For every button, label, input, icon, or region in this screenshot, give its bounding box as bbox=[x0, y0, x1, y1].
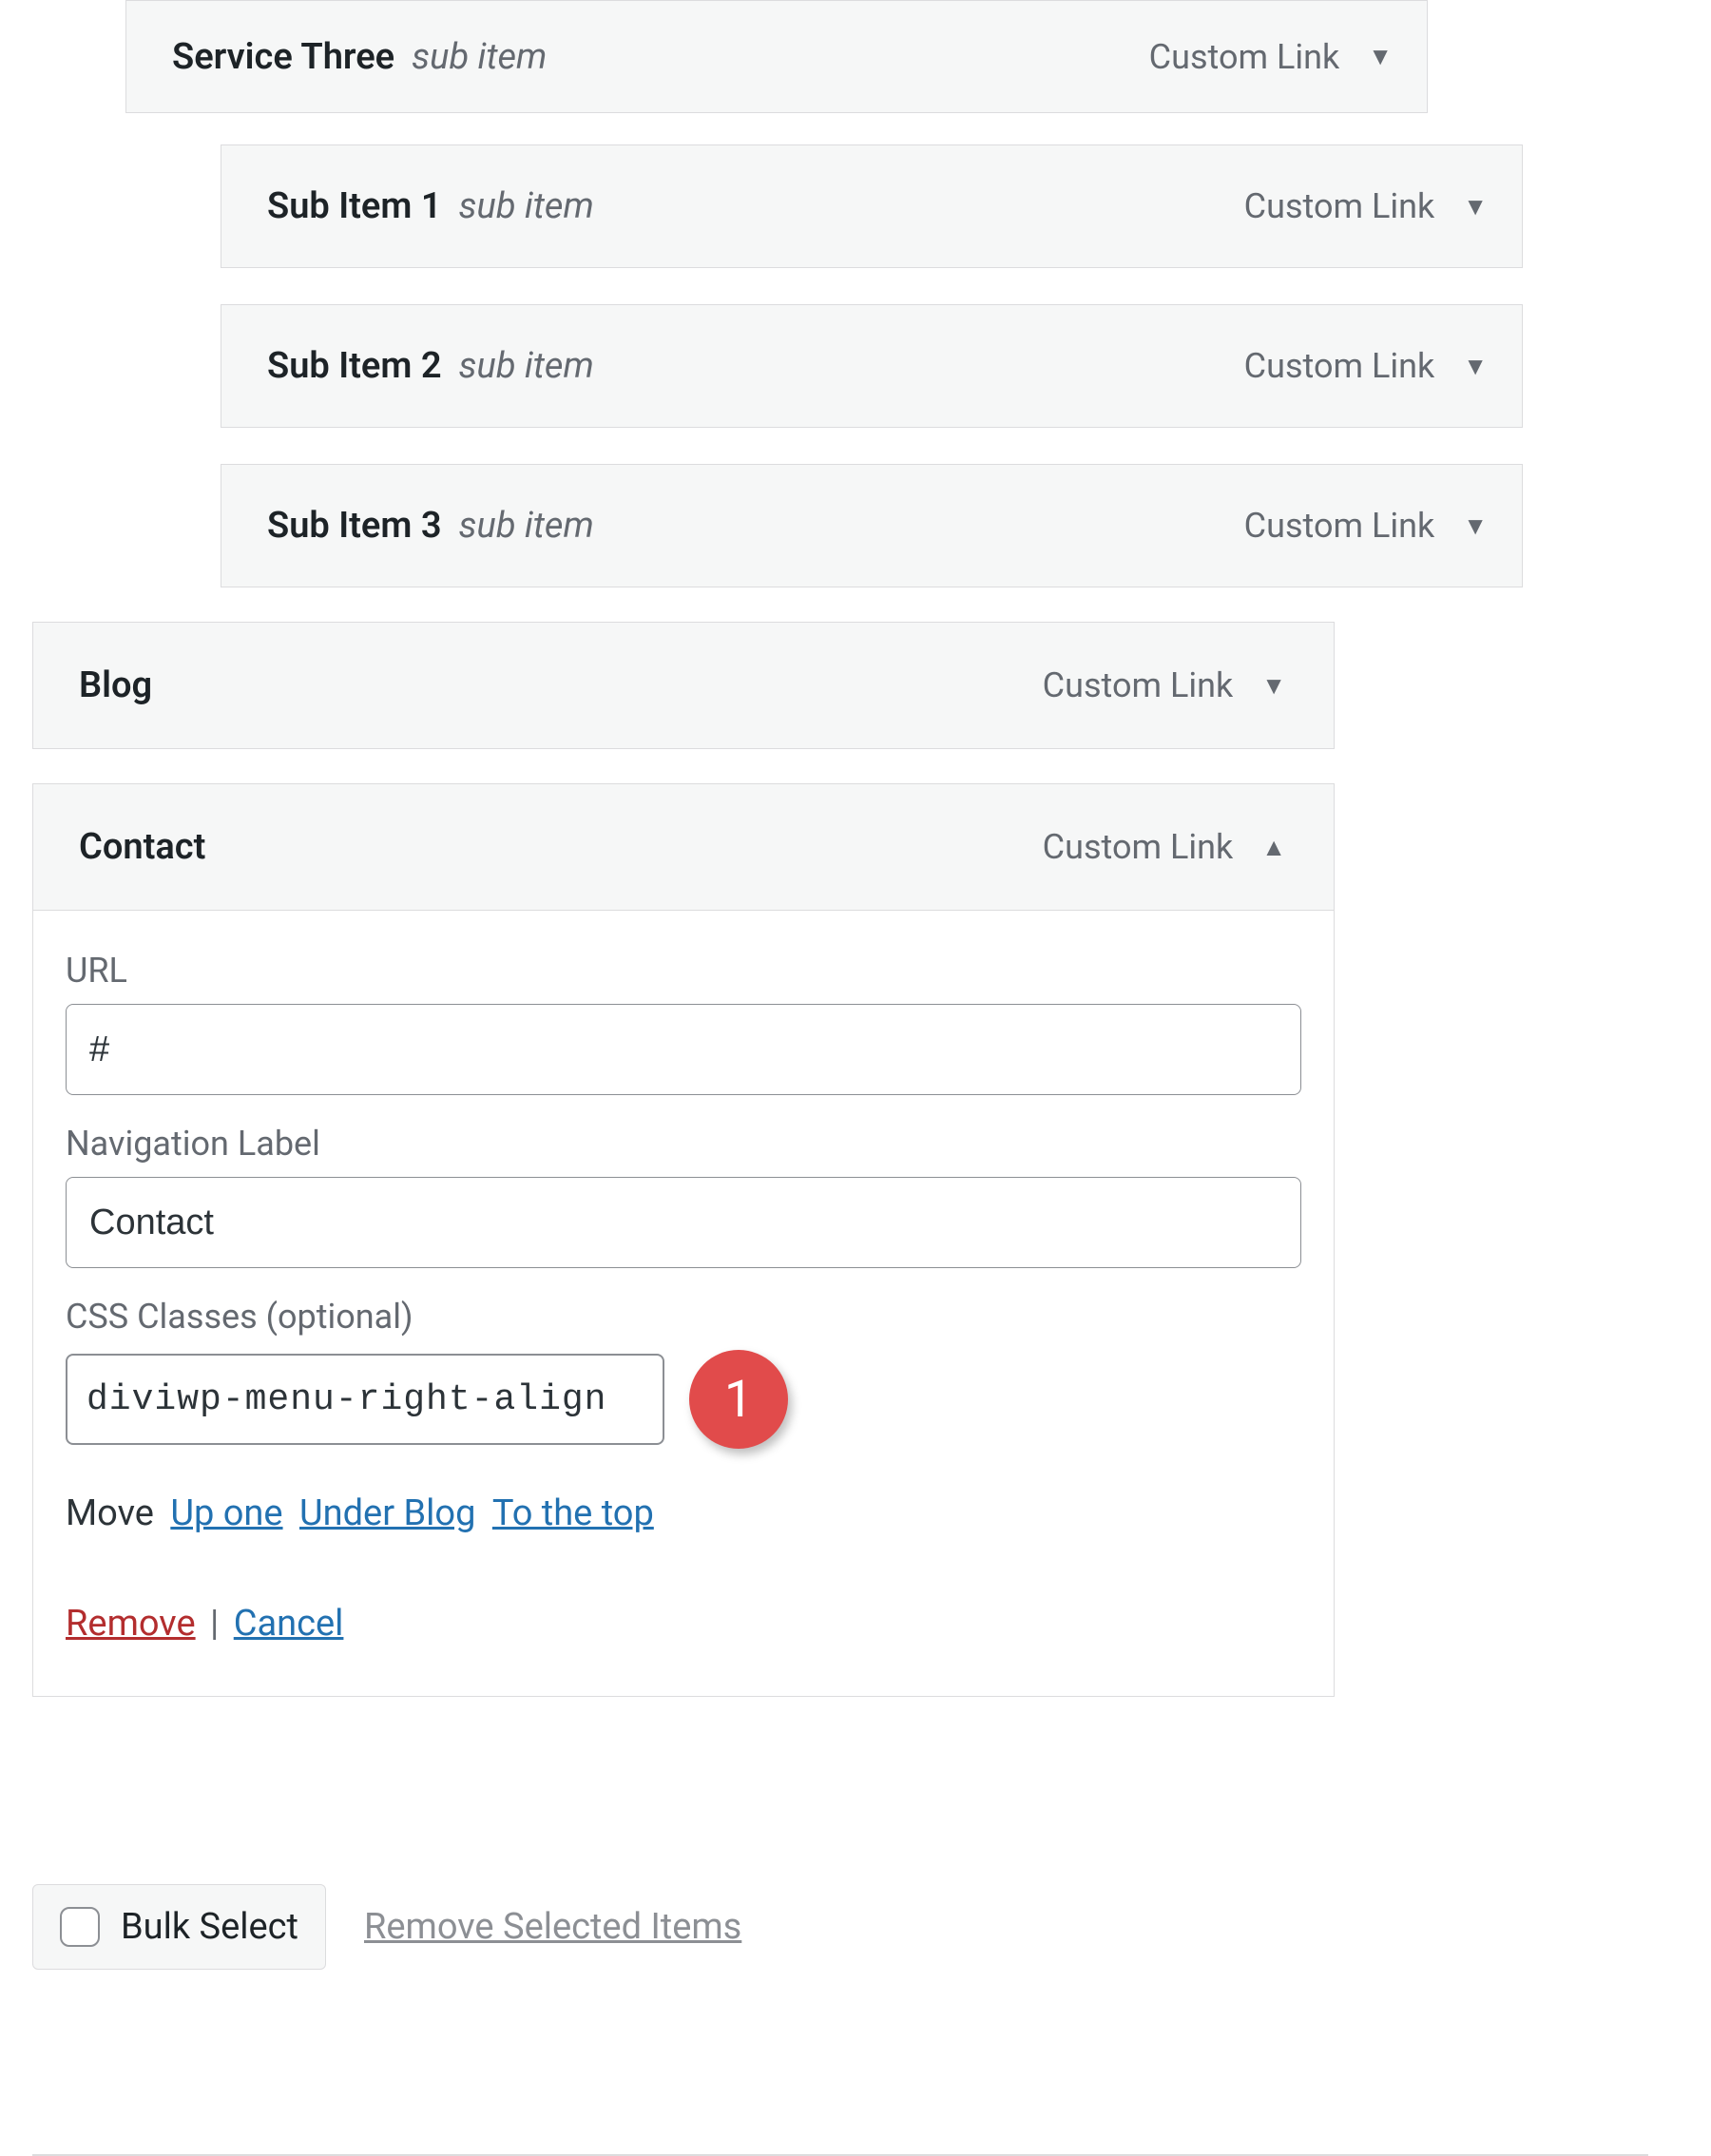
move-under-blog-link[interactable]: Under Blog bbox=[299, 1492, 475, 1534]
bulk-select-checkbox[interactable] bbox=[60, 1907, 100, 1947]
chevron-down-icon[interactable]: ▼ bbox=[1368, 42, 1393, 71]
remove-link[interactable]: Remove bbox=[66, 1603, 196, 1645]
separator: | bbox=[210, 1603, 228, 1645]
menu-item-subtitle: sub item bbox=[459, 185, 594, 227]
move-label: Move bbox=[66, 1492, 154, 1534]
menu-item-type: Custom Link bbox=[1244, 346, 1435, 386]
menu-item-title: Blog bbox=[79, 664, 152, 706]
menu-item-type: Custom Link bbox=[1149, 37, 1340, 77]
menu-item-sub-1[interactable]: Sub Item 1 sub item Custom Link ▼ bbox=[221, 144, 1523, 268]
annotation-badge-1: 1 bbox=[689, 1350, 788, 1449]
menu-item-subtitle: sub item bbox=[459, 505, 594, 547]
chevron-down-icon[interactable]: ▼ bbox=[1463, 511, 1488, 541]
nav-label-label: Navigation Label bbox=[66, 1124, 1301, 1164]
css-classes-input[interactable] bbox=[66, 1354, 664, 1445]
menu-item-type: Custom Link bbox=[1043, 665, 1234, 705]
navigation-label-input[interactable] bbox=[66, 1177, 1301, 1268]
menu-item-title: Contact bbox=[79, 826, 205, 868]
menu-item-blog[interactable]: Blog Custom Link ▼ bbox=[32, 622, 1335, 749]
menu-item-title: Sub Item 1 bbox=[267, 185, 442, 227]
bulk-select-toggle[interactable]: Bulk Select bbox=[32, 1884, 326, 1970]
remove-selected-items-link[interactable]: Remove Selected Items bbox=[364, 1906, 741, 1948]
chevron-up-icon[interactable]: ▲ bbox=[1261, 833, 1286, 862]
url-input[interactable] bbox=[66, 1004, 1301, 1095]
menu-item-type: Custom Link bbox=[1244, 186, 1435, 226]
menu-item-title: Sub Item 3 bbox=[267, 505, 442, 547]
menu-item-sub-3[interactable]: Sub Item 3 sub item Custom Link ▼ bbox=[221, 464, 1523, 587]
move-up-one-link[interactable]: Up one bbox=[170, 1492, 282, 1534]
menu-item-type: Custom Link bbox=[1244, 506, 1435, 546]
bulk-select-label: Bulk Select bbox=[121, 1906, 298, 1948]
chevron-down-icon[interactable]: ▼ bbox=[1463, 352, 1488, 381]
url-label: URL bbox=[66, 951, 1301, 991]
menu-item-title: Service Three bbox=[172, 36, 394, 78]
menu-item-contact-panel: URL Navigation Label CSS Classes (option… bbox=[32, 910, 1335, 1697]
menu-item-sub-2[interactable]: Sub Item 2 sub item Custom Link ▼ bbox=[221, 304, 1523, 428]
menu-item-subtitle: sub item bbox=[459, 345, 594, 387]
css-classes-label: CSS Classes (optional) bbox=[66, 1297, 1301, 1337]
move-to-top-link[interactable]: To the top bbox=[492, 1492, 654, 1534]
menu-item-type: Custom Link bbox=[1043, 827, 1234, 867]
cancel-link[interactable]: Cancel bbox=[234, 1603, 344, 1645]
chevron-down-icon[interactable]: ▼ bbox=[1261, 671, 1286, 701]
menu-item-title: Sub Item 2 bbox=[267, 345, 442, 387]
menu-item-service-three[interactable]: Service Three sub item Custom Link ▼ bbox=[125, 0, 1428, 113]
menu-item-contact[interactable]: Contact Custom Link ▲ bbox=[32, 783, 1335, 911]
chevron-down-icon[interactable]: ▼ bbox=[1463, 192, 1488, 221]
menu-item-subtitle: sub item bbox=[412, 36, 547, 78]
